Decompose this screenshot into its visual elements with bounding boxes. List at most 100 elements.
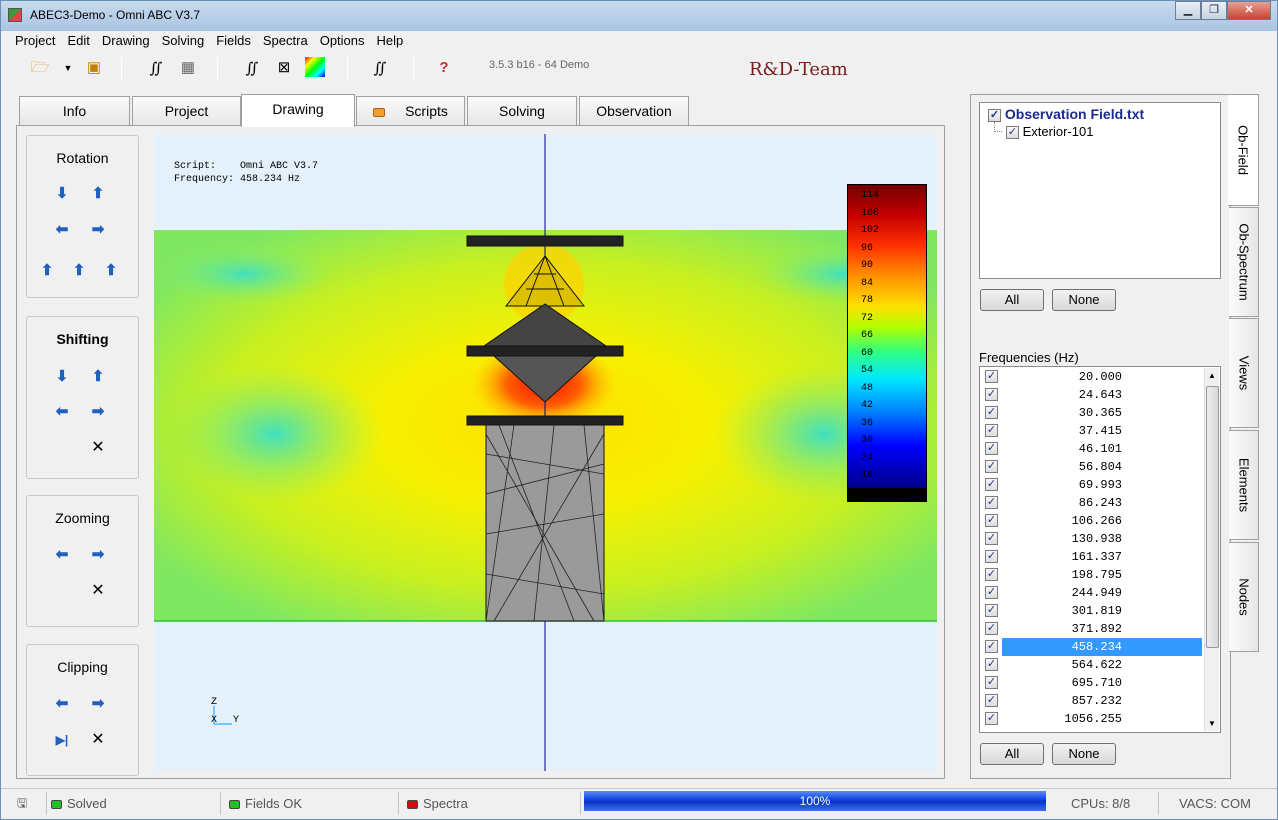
checkbox-icon[interactable]: ✓	[985, 424, 998, 437]
menu-options[interactable]: Options	[314, 31, 371, 51]
rotate-y-icon[interactable]: ⬆	[71, 263, 87, 279]
frequency-row[interactable]: ✓ 56.804	[980, 458, 1204, 476]
zoom-reset-icon[interactable]: ✕	[90, 583, 106, 599]
field-view[interactable]: Script: Omni ABC V3.7 Frequency: 458.234 …	[154, 134, 937, 771]
checkbox-icon[interactable]: ✓	[985, 676, 998, 689]
scroll-up-icon[interactable]: ▲	[1208, 371, 1216, 380]
observation-tree[interactable]: ✓ Observation Field.txt ✓ Exterior-101	[979, 102, 1221, 279]
field-mesh-icon[interactable]: ⊠	[273, 57, 295, 79]
frequency-row[interactable]: ✓ 30.365	[980, 404, 1204, 422]
frequency-row[interactable]: ✓ 458.234	[980, 638, 1204, 656]
spectra-icon[interactable]: ∬	[369, 57, 391, 79]
frequency-row[interactable]: ✓ 69.993	[980, 476, 1204, 494]
checkbox-icon[interactable]: ✓	[985, 622, 998, 635]
tab-ob-spectrum[interactable]: Ob-Spectrum	[1229, 207, 1259, 317]
frequency-row[interactable]: ✓ 244.949	[980, 584, 1204, 602]
checkbox-icon[interactable]: ✓	[1006, 126, 1019, 140]
checkbox-icon[interactable]: ✓	[985, 658, 998, 671]
checkbox-icon[interactable]: ✓	[985, 478, 998, 491]
shift-right-icon[interactable]: ➡	[90, 404, 106, 420]
shift-down-icon[interactable]: ⬇	[54, 369, 70, 385]
checkbox-icon[interactable]: ✓	[985, 370, 998, 383]
frequency-list[interactable]: ✓ 20.000 ✓ 24.643 ✓ 30.365 ✓ 37.415 ✓ 46.101 ✓ 56.8…	[979, 366, 1221, 733]
frequency-row[interactable]: ✓ 301.819	[980, 602, 1204, 620]
tree-root[interactable]: ✓ Observation Field.txt	[988, 106, 1144, 122]
tab-scripts[interactable]: Scripts	[356, 96, 465, 126]
menu-fields[interactable]: Fields	[210, 31, 257, 51]
menu-solving[interactable]: Solving	[156, 31, 211, 51]
save-icon[interactable]: ▣	[83, 57, 105, 79]
mesh-icon[interactable]: ▦	[177, 57, 199, 79]
zoom-out-icon[interactable]: ⬅	[54, 547, 70, 563]
checkbox-icon[interactable]: ✓	[985, 442, 998, 455]
freq-none-button[interactable]: None	[1052, 743, 1116, 765]
minimize-button[interactable]: ▁	[1175, 1, 1201, 20]
tab-solving[interactable]: Solving	[467, 96, 577, 126]
colormap-icon[interactable]	[305, 57, 325, 77]
checkbox-icon[interactable]: ✓	[985, 532, 998, 545]
tab-elements[interactable]: Elements	[1229, 430, 1259, 540]
solve-integral-icon[interactable]: ∬	[145, 57, 167, 79]
zoom-in-icon[interactable]: ➡	[90, 547, 106, 563]
dropdown-arrow-icon[interactable]: ▼	[57, 57, 79, 79]
menu-edit[interactable]: Edit	[61, 31, 95, 51]
clip-reset-icon[interactable]: ✕	[90, 732, 106, 748]
checkbox-icon[interactable]: ✓	[985, 640, 998, 653]
tab-nodes[interactable]: Nodes	[1229, 542, 1259, 652]
tab-views[interactable]: Views	[1229, 318, 1259, 428]
frequency-row[interactable]: ✓ 46.101	[980, 440, 1204, 458]
fields-all-button[interactable]: All	[980, 289, 1044, 311]
frequency-row[interactable]: ✓ 695.710	[980, 674, 1204, 692]
frequency-row[interactable]: ✓ 106.266	[980, 512, 1204, 530]
tab-ob-field[interactable]: Ob-Field	[1228, 94, 1259, 206]
freq-all-button[interactable]: All	[980, 743, 1044, 765]
frequency-row[interactable]: ✓ 24.643	[980, 386, 1204, 404]
checkbox-icon[interactable]: ✓	[985, 514, 998, 527]
frequency-row[interactable]: ✓ 37.415	[980, 422, 1204, 440]
checkbox-icon[interactable]: ✓	[985, 712, 998, 725]
help-icon[interactable]: ?	[433, 57, 455, 79]
clip-right-icon[interactable]: ➡	[90, 696, 106, 712]
frequency-row[interactable]: ✓ 86.243	[980, 494, 1204, 512]
menu-spectra[interactable]: Spectra	[257, 31, 314, 51]
menu-project[interactable]: Project	[9, 31, 61, 51]
shift-up-icon[interactable]: ⬆	[90, 369, 106, 385]
open-folder-icon[interactable]: 🗁	[29, 57, 51, 79]
clip-step-icon[interactable]: ▶|	[54, 732, 70, 748]
tab-info[interactable]: Info	[19, 96, 130, 126]
checkbox-icon[interactable]: ✓	[985, 604, 998, 617]
rotate-right-icon[interactable]: ➡	[90, 222, 106, 238]
checkbox-icon[interactable]: ✓	[985, 694, 998, 707]
rotate-up-icon[interactable]: ⬆	[90, 186, 106, 202]
checkbox-icon[interactable]: ✓	[988, 108, 1001, 122]
menu-help[interactable]: Help	[371, 31, 410, 51]
field-integral-icon[interactable]: ∬	[241, 57, 263, 79]
frequency-row[interactable]: ✓ 130.938	[980, 530, 1204, 548]
frequency-row[interactable]: ✓ 20.000	[980, 368, 1204, 386]
shift-reset-icon[interactable]: ✕	[90, 440, 106, 456]
maximize-button[interactable]: ❐	[1201, 1, 1227, 20]
tab-project[interactable]: Project	[132, 96, 241, 126]
checkbox-icon[interactable]: ✓	[985, 586, 998, 599]
close-button[interactable]: ✕	[1227, 1, 1271, 20]
frequency-row[interactable]: ✓ 564.622	[980, 656, 1204, 674]
tab-drawing[interactable]: Drawing	[241, 94, 355, 127]
clip-left-icon[interactable]: ⬅	[54, 696, 70, 712]
fields-none-button[interactable]: None	[1052, 289, 1116, 311]
rotate-down-icon[interactable]: ⬇	[54, 186, 70, 202]
scroll-thumb[interactable]	[1206, 386, 1219, 648]
checkbox-icon[interactable]: ✓	[985, 496, 998, 509]
rotate-x-icon[interactable]: ⬆	[103, 263, 119, 279]
checkbox-icon[interactable]: ✓	[985, 406, 998, 419]
checkbox-icon[interactable]: ✓	[985, 460, 998, 473]
frequency-row[interactable]: ✓ 1056.255	[980, 710, 1204, 728]
frequency-row[interactable]: ✓ 371.892	[980, 620, 1204, 638]
checkbox-icon[interactable]: ✓	[985, 388, 998, 401]
rotate-z-icon[interactable]: ⬆	[39, 263, 55, 279]
menu-drawing[interactable]: Drawing	[96, 31, 156, 51]
frequency-row[interactable]: ✓ 161.337	[980, 548, 1204, 566]
frequency-scrollbar[interactable]: ▲ ▼	[1204, 368, 1219, 731]
checkbox-icon[interactable]: ✓	[985, 568, 998, 581]
frequency-row[interactable]: ✓ 198.795	[980, 566, 1204, 584]
tab-observation[interactable]: Observation	[579, 96, 689, 126]
